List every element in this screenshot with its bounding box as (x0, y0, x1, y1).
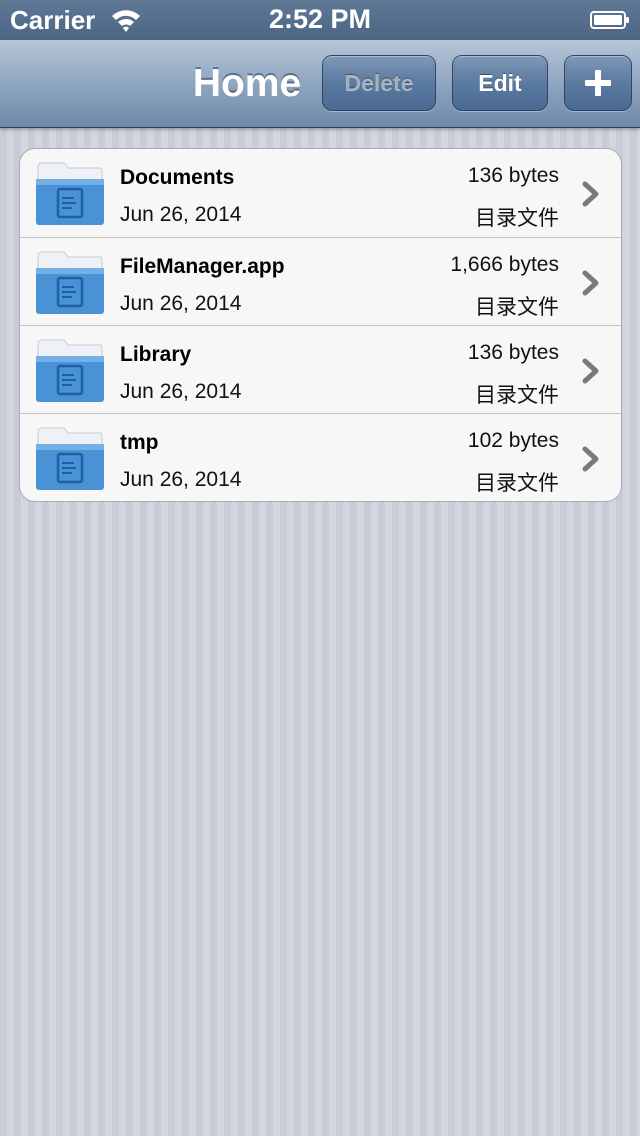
file-row-tmp[interactable]: tmp Jun 26, 2014 102 bytes 目录文件 (20, 413, 621, 501)
battery-icon (590, 11, 629, 29)
file-date: Jun 26, 2014 (120, 380, 242, 403)
folder-icon (36, 339, 104, 402)
status-bar: Carrier 2:52 PM (0, 0, 640, 40)
add-button[interactable] (564, 55, 632, 111)
file-name: Library (120, 343, 192, 366)
folder-icon (36, 162, 104, 225)
folder-icon (36, 427, 104, 490)
file-kind: 目录文件 (475, 471, 559, 495)
file-row-filemanager[interactable]: FileManager.app Jun 26, 2014 1,666 bytes… (20, 237, 621, 325)
file-list: Documents Jun 26, 2014 136 bytes 目录文件 Fi… (19, 148, 622, 502)
file-kind: 目录文件 (475, 383, 559, 407)
file-date: Jun 26, 2014 (120, 203, 242, 226)
chevron-right-icon (582, 270, 599, 296)
navigation-bar: Home Delete Edit (0, 40, 640, 128)
file-size: 1,666 bytes (450, 253, 559, 276)
edit-button[interactable]: Edit (452, 55, 548, 111)
clock: 2:52 PM (268, 4, 372, 34)
file-size: 136 bytes (467, 341, 559, 364)
file-name: tmp (120, 431, 159, 454)
file-name: FileManager.app (120, 255, 285, 278)
file-row-documents[interactable]: Documents Jun 26, 2014 136 bytes 目录文件 (20, 149, 621, 237)
file-row-library[interactable]: Library Jun 26, 2014 136 bytes 目录文件 (20, 325, 621, 413)
delete-button[interactable]: Delete (322, 55, 436, 111)
page-title: Home (192, 62, 302, 105)
file-date: Jun 26, 2014 (120, 292, 242, 315)
file-name: Documents (120, 166, 235, 189)
file-kind: 目录文件 (475, 206, 559, 230)
file-date: Jun 26, 2014 (120, 468, 242, 491)
plus-icon (585, 70, 611, 96)
chevron-right-icon (582, 358, 599, 384)
chevron-right-icon (582, 446, 599, 472)
file-kind: 目录文件 (475, 295, 559, 319)
chevron-right-icon (582, 181, 599, 207)
folder-icon (36, 251, 104, 314)
file-size: 102 bytes (467, 429, 559, 452)
file-size: 136 bytes (467, 164, 559, 187)
